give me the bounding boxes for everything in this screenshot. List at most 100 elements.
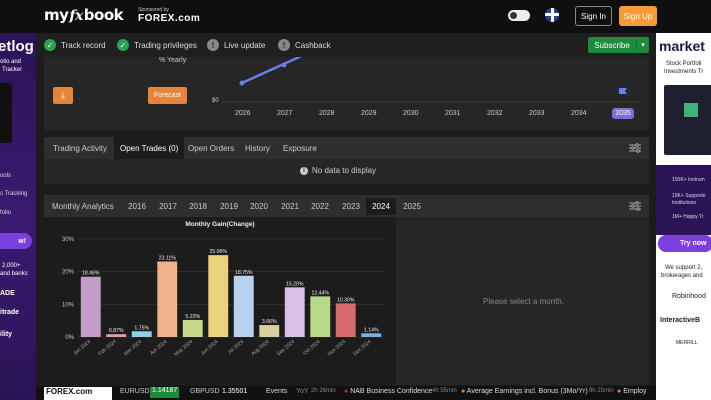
forecast-year-selected[interactable]: 2035 xyxy=(612,108,634,119)
bar-value-label: 12.44% xyxy=(311,290,329,296)
y-tick-label: 20% xyxy=(62,270,75,276)
check-icon: ✓ xyxy=(44,39,56,51)
right-ad-feature: Institutions xyxy=(672,200,696,206)
tab-year[interactable]: 2021 xyxy=(275,198,305,215)
bar[interactable] xyxy=(131,331,152,337)
tab-year[interactable]: 2020 xyxy=(244,198,274,215)
tab-open-trades[interactable]: Open Trades (0) xyxy=(114,137,185,159)
nav-item-trading-privileges[interactable]: ✓ Trading privileges xyxy=(117,37,197,53)
forecast-year[interactable]: 2027 xyxy=(277,110,293,117)
forecast-button[interactable]: Forecast xyxy=(148,87,187,104)
left-ad-text: Tracker xyxy=(2,67,23,73)
bar[interactable] xyxy=(208,255,229,337)
right-ad-title: market xyxy=(659,38,705,54)
forecast-year[interactable]: 2030 xyxy=(403,110,419,117)
bar-value-label: 0.87% xyxy=(109,328,124,334)
right-ad-banner[interactable]: market Stock Portfoli Investments Tr 150… xyxy=(656,33,711,400)
forecast-year[interactable]: 2031 xyxy=(445,110,461,117)
nav-item-label: Trading privileges xyxy=(134,40,197,50)
bar[interactable] xyxy=(106,334,127,337)
ticker-pair[interactable]: EURUSD xyxy=(120,388,150,395)
tab-exposure[interactable]: Exposure xyxy=(277,137,323,159)
tab-year[interactable]: 2019 xyxy=(214,198,244,215)
right-ad-feature: 10K+ Supporte xyxy=(672,193,706,199)
right-ad-text: Stock Portfoli xyxy=(666,61,702,67)
bar[interactable] xyxy=(335,303,356,337)
tab-year[interactable]: 2018 xyxy=(183,198,213,215)
left-ad-phone-image xyxy=(0,83,12,143)
sign-up-button[interactable]: Sign Up xyxy=(619,6,657,26)
bar[interactable] xyxy=(80,276,101,337)
nav-item-label: Cashback xyxy=(295,40,331,50)
select-month-panel: Please select a month. xyxy=(398,217,649,385)
ticker-yoy: YoY xyxy=(296,388,309,395)
chevron-down-icon[interactable]: ▾ xyxy=(636,41,649,49)
bar[interactable] xyxy=(259,325,280,337)
right-ad-try-now-button[interactable]: Try now xyxy=(658,235,711,252)
bar[interactable] xyxy=(233,275,254,337)
info-icon: i xyxy=(300,166,308,175)
forecast-year[interactable]: 2034 xyxy=(571,110,587,117)
myfxbook-logo[interactable]: my fx book xyxy=(44,6,124,26)
forecast-year[interactable]: 2026 xyxy=(235,110,251,117)
bar[interactable] xyxy=(361,333,382,337)
ticker-event[interactable]: ● Average Earnings incl. Bonus (3Mo/Yr) xyxy=(461,388,588,395)
forecast-line-chart xyxy=(222,57,640,103)
tab-year[interactable]: 2023 xyxy=(336,198,366,215)
x-tick-label: Nov 2024 xyxy=(327,339,347,357)
right-ad-feature: 150K+ Instrum xyxy=(672,177,705,183)
nav-item-track-record[interactable]: ✓ Track record xyxy=(44,37,106,53)
x-tick-label: Jul 2024 xyxy=(227,339,246,356)
tab-year[interactable]: 2017 xyxy=(153,198,183,215)
forecast-year[interactable]: 2029 xyxy=(361,110,377,117)
bar[interactable] xyxy=(284,287,305,337)
theme-toggle[interactable] xyxy=(508,10,530,21)
sign-in-button[interactable]: Sign In xyxy=(575,6,612,26)
subscribe-button[interactable]: Subscribe ▾ xyxy=(588,37,649,53)
bar-value-label: 18.75% xyxy=(235,270,253,276)
sponsor-badge[interactable]: Sponsored by FOREX.com xyxy=(138,7,200,29)
forecast-year[interactable]: 2028 xyxy=(319,110,335,117)
warning-icon: ! xyxy=(278,39,290,51)
right-ad-feature: 1M+ Happy Tr xyxy=(672,214,704,220)
tab-trading-activity[interactable]: Trading Activity xyxy=(47,137,113,159)
tab-open-orders[interactable]: Open Orders xyxy=(182,137,240,159)
tab-year[interactable]: 2016 xyxy=(122,198,152,215)
left-ad-brand: ility xyxy=(0,331,13,338)
right-ad-brand: Robinhood xyxy=(672,293,706,300)
ticker-event[interactable]: ● NAB Business Confidence xyxy=(344,388,432,395)
bar[interactable] xyxy=(182,319,203,337)
no-data-message: i No data to display xyxy=(300,166,376,175)
tab-year-active[interactable]: 2024 xyxy=(366,198,396,215)
warning-icon: ! xyxy=(207,39,219,51)
analytics-settings-icon[interactable] xyxy=(629,201,641,211)
settings-sliders-icon[interactable] xyxy=(629,143,641,153)
tab-year[interactable]: 2025 xyxy=(397,198,427,215)
left-ad-button[interactable]: w! xyxy=(0,233,32,249)
x-tick-label: Mar 2024 xyxy=(123,339,143,357)
download-button[interactable]: ⤓ xyxy=(53,87,73,104)
right-ad-text: Investments Tr xyxy=(664,69,704,75)
left-ad-banner[interactable]: etlog olio and Tracker ools s Tracking f… xyxy=(0,33,36,400)
left-ad-brand: itrade xyxy=(0,309,20,316)
chart-title: Monthly Gain(Change) xyxy=(185,221,254,228)
forecast-year[interactable]: 2032 xyxy=(487,110,503,117)
ticker-pair[interactable]: GBPUSD xyxy=(190,388,220,395)
right-ad-brand: MERRILL xyxy=(676,340,698,346)
left-ad-text: folio xyxy=(0,210,12,216)
bar-value-label: 25.06% xyxy=(209,249,227,255)
ticker-event[interactable]: ● Employ xyxy=(617,388,647,395)
forecast-year[interactable]: 2033 xyxy=(529,110,545,117)
bar[interactable] xyxy=(157,261,178,337)
nav-item-cashback[interactable]: ! Cashback xyxy=(278,37,331,53)
ticker-events-label[interactable]: Events xyxy=(266,388,287,395)
ticker-brand-logo[interactable]: FOREX.com xyxy=(44,387,112,400)
logo-text-my: my xyxy=(44,6,69,24)
tab-year[interactable]: 2022 xyxy=(305,198,335,215)
uk-flag-icon[interactable] xyxy=(545,8,559,22)
bar[interactable] xyxy=(310,296,331,337)
nav-item-live-update[interactable]: ! Live update xyxy=(207,37,265,53)
y-tick-label: 10% xyxy=(62,302,75,308)
no-data-text: No data to display xyxy=(312,166,377,175)
tab-history[interactable]: History xyxy=(239,137,276,159)
